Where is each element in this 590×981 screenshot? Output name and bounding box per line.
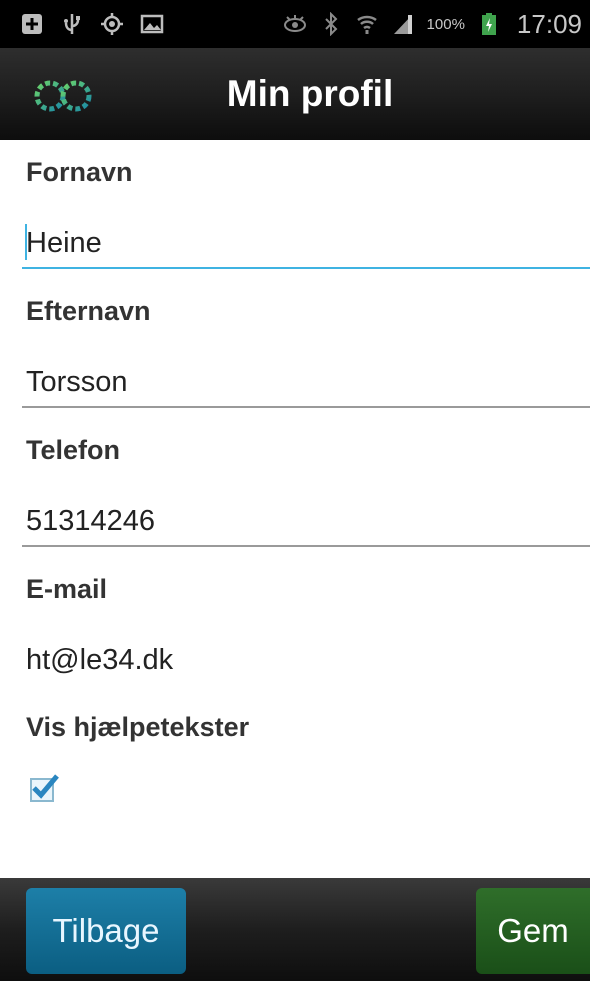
phone-field[interactable] [22, 492, 590, 550]
eye-icon [283, 12, 307, 36]
signal-icon [391, 12, 415, 36]
save-button[interactable]: Gem [476, 888, 590, 974]
wifi-icon [355, 12, 379, 36]
add-notification-icon [20, 12, 44, 36]
gps-icon [100, 12, 124, 36]
last-name-label: Efternavn [26, 296, 151, 326]
text-caret [25, 224, 27, 260]
phone-label: Telefon [26, 435, 120, 465]
battery-percentage: 100% [426, 15, 465, 33]
bottom-bar: Tilbage Gem [0, 878, 590, 981]
gallery-icon [140, 12, 164, 36]
help-texts-checkbox[interactable] [30, 774, 59, 802]
action-bar: Min profil [0, 48, 590, 140]
first-name-underline [22, 267, 590, 269]
first-name-label: Fornavn [26, 157, 133, 187]
clock: 17:09 [516, 8, 582, 39]
first-name-field[interactable] [22, 214, 590, 272]
battery-icon [477, 12, 501, 36]
app-logo-icon[interactable] [28, 78, 100, 114]
help-texts-label: Vis hjælpetekster [26, 712, 250, 742]
back-button[interactable]: Tilbage [26, 888, 186, 974]
checkmark-icon [32, 774, 59, 799]
last-name-underline [22, 406, 590, 408]
email-value: ht@le34.dk [26, 644, 174, 676]
phone-underline [22, 545, 590, 547]
usb-icon [60, 12, 84, 36]
status-bar-left [20, 12, 164, 36]
bluetooth-icon [319, 12, 343, 36]
status-bar-right: 100% 17:09 [283, 9, 582, 40]
email-label: E-mail [26, 574, 108, 604]
status-bar: 100% 17:09 [0, 0, 590, 48]
last-name-field[interactable] [22, 353, 590, 411]
